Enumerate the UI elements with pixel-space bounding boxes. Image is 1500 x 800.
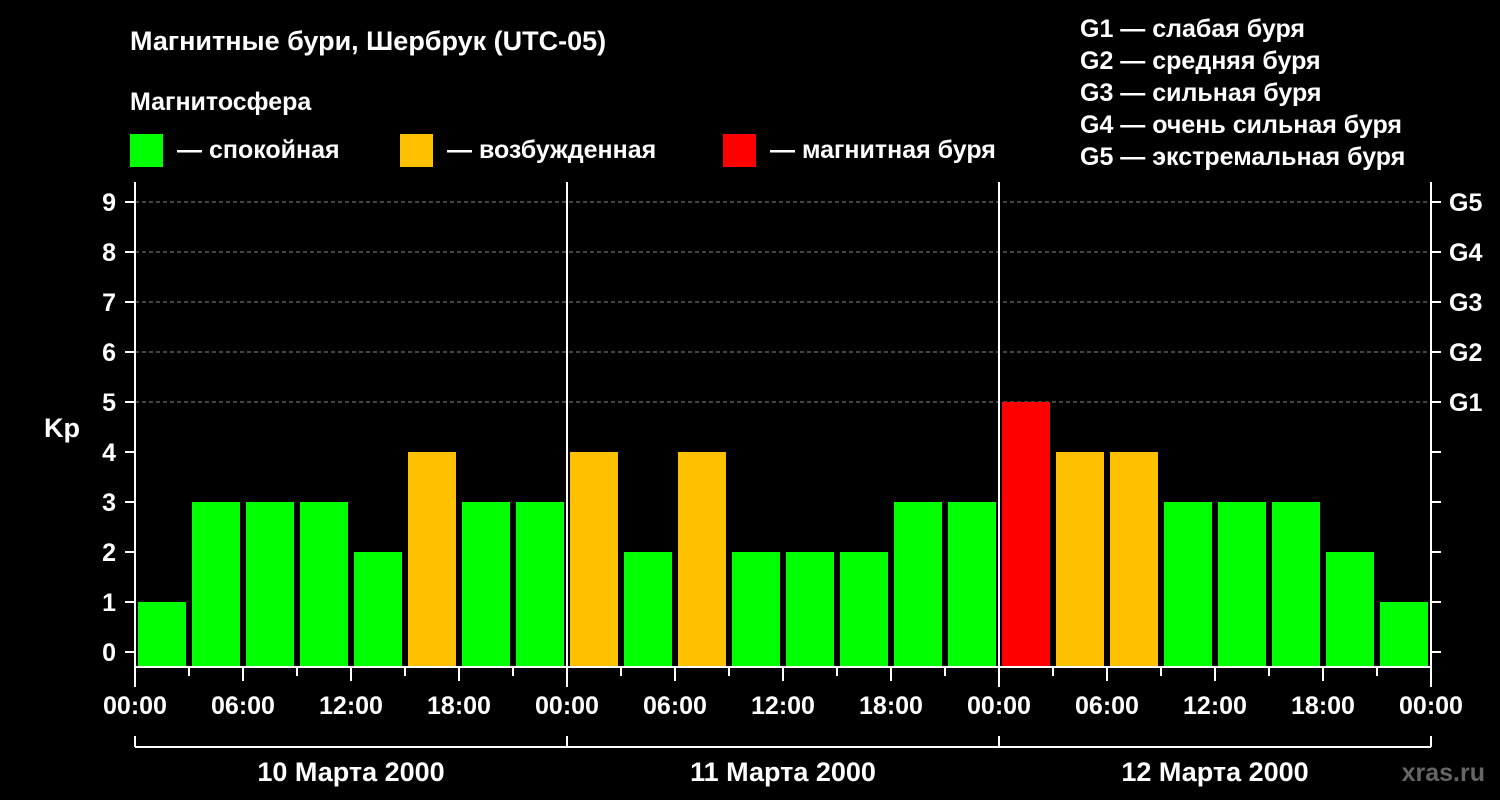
kp-bar: [1380, 602, 1428, 667]
x-tick-label: 06:00: [1075, 692, 1139, 720]
kp-bar: [1002, 402, 1050, 667]
day-label: 12 Марта 2000: [1121, 757, 1308, 787]
kp-bar: [1326, 552, 1374, 667]
kp-chart: Магнитные бури, Шербрук (UTC-05) Магнито…: [44, 15, 1485, 787]
y-tick-label: 6: [102, 339, 116, 367]
g-scale-item: G5 — экстремальная буря: [1080, 143, 1405, 171]
g-level-label: G5: [1449, 189, 1482, 217]
g-scale-item: G1 — слабая буря: [1080, 15, 1305, 43]
g-scale-item: G4 — очень сильная буря: [1080, 111, 1402, 139]
axes: 0 1 2 3 4 5 6 7 8 9 G1 G2 G3 G4 G5 00:00 06:00 12:00 18:00…: [102, 182, 1482, 787]
kp-bar: [300, 502, 348, 667]
legend-label-excited: — возбужденная: [447, 136, 656, 164]
kp-bar: [192, 502, 240, 667]
kp-bar: [516, 502, 564, 667]
legend-swatch-quiet: [130, 134, 163, 167]
x-tick-label: 06:00: [211, 692, 275, 720]
kp-bar: [1056, 452, 1104, 667]
kp-bar: [1164, 502, 1212, 667]
legend-heading: Магнитосфера: [130, 88, 312, 116]
x-tick-label: 12:00: [751, 692, 815, 720]
grid: [135, 201, 1431, 403]
chart-title: Магнитные бури, Шербрук (UTC-05): [130, 26, 606, 56]
kp-bar: [246, 502, 294, 667]
g-level-label: G1: [1449, 389, 1482, 417]
y-tick-label: 7: [102, 289, 116, 317]
y-tick-label: 8: [102, 239, 116, 267]
kp-bar: [732, 552, 780, 667]
kp-bar: [1272, 502, 1320, 667]
kp-bar: [462, 502, 510, 667]
y-tick-label: 5: [102, 389, 116, 417]
g-scale-legend: G1 — слабая буря G2 — средняя буря G3 — си…: [1080, 15, 1405, 171]
kp-bar: [894, 502, 942, 667]
y-tick-label: 1: [102, 589, 116, 617]
kp-bar: [948, 502, 996, 667]
y-tick-label: 2: [102, 539, 116, 567]
g-level-label: G2: [1449, 339, 1482, 367]
g-level-label: G4: [1449, 239, 1482, 267]
legend-label-quiet: — спокойная: [177, 136, 340, 164]
x-tick-label: 00:00: [535, 692, 599, 720]
legend: — спокойная — возбужденная — магнитная бур…: [130, 134, 996, 167]
kp-bar: [1218, 502, 1266, 667]
g-level-label: G3: [1449, 289, 1482, 317]
kp-bar: [624, 552, 672, 667]
kp-bar: [678, 452, 726, 667]
x-tick-label: 00:00: [103, 692, 167, 720]
x-tick-label: 00:00: [967, 692, 1031, 720]
y-tick-label: 3: [102, 489, 116, 517]
legend-swatch-storm: [723, 134, 756, 167]
x-tick-label: 06:00: [643, 692, 707, 720]
x-tick-label: 18:00: [1291, 692, 1355, 720]
kp-bar: [408, 452, 456, 667]
kp-bar: [138, 602, 186, 667]
watermark: xras.ru: [1402, 759, 1485, 787]
g-scale-item: G2 — средняя буря: [1080, 47, 1321, 75]
bars: [138, 402, 1428, 667]
day-label: 11 Марта 2000: [690, 757, 876, 787]
x-tick-label: 18:00: [859, 692, 923, 720]
day-label: 10 Марта 2000: [257, 757, 444, 787]
kp-bar: [1110, 452, 1158, 667]
y-tick-label: 9: [102, 189, 116, 217]
x-tick-label: 12:00: [1183, 692, 1247, 720]
y-tick-label: 4: [102, 439, 116, 467]
legend-label-storm: — магнитная буря: [770, 136, 996, 164]
legend-swatch-excited: [400, 134, 433, 167]
y-axis-label: Kp: [44, 413, 80, 443]
kp-bar: [786, 552, 834, 667]
y-tick-label: 0: [102, 639, 116, 667]
x-tick-label: 12:00: [319, 692, 383, 720]
x-tick-label: 00:00: [1399, 692, 1463, 720]
kp-bar: [840, 552, 888, 667]
kp-bar: [354, 552, 402, 667]
x-tick-label: 18:00: [427, 692, 491, 720]
kp-bar: [570, 452, 618, 667]
g-scale-item: G3 — сильная буря: [1080, 79, 1322, 107]
